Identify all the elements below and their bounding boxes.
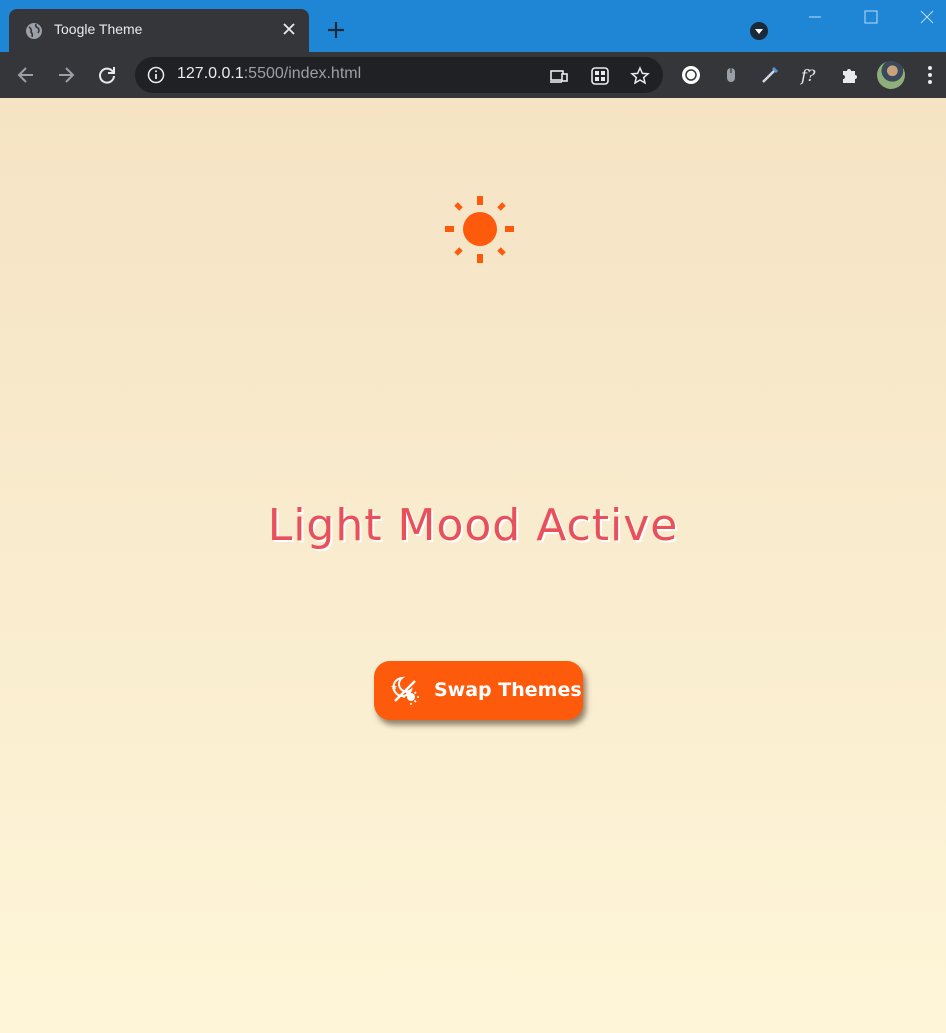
- forward-arrow-icon[interactable]: [55, 64, 77, 86]
- url-path: :5500/index.html: [243, 65, 362, 82]
- minimize-icon[interactable]: [808, 10, 822, 24]
- address-bar[interactable]: 127.0.0.1:5500/index.html: [135, 57, 663, 93]
- profile-avatar[interactable]: [877, 61, 905, 89]
- new-tab-plus-icon[interactable]: [325, 19, 347, 41]
- maximize-icon[interactable]: [864, 10, 878, 24]
- page-title: Light Mood Active: [267, 500, 679, 551]
- cast-icon[interactable]: [549, 66, 569, 86]
- url-text: 127.0.0.1:5500/index.html: [177, 65, 361, 83]
- svg-text:f?: f?: [800, 66, 816, 85]
- tab-title: Toogle Theme: [54, 21, 143, 37]
- window-close-icon[interactable]: [920, 10, 934, 24]
- site-info-icon[interactable]: [147, 66, 165, 84]
- extension-font-icon[interactable]: f?: [799, 64, 821, 86]
- puzzle-icon[interactable]: [839, 64, 861, 86]
- close-icon[interactable]: [281, 21, 297, 37]
- back-arrow-icon[interactable]: [15, 64, 37, 86]
- browser-tab[interactable]: Toogle Theme: [9, 9, 309, 52]
- qr-code-icon[interactable]: [590, 66, 610, 86]
- swap-themes-label: Swap Themes: [434, 679, 582, 701]
- globe-icon: [26, 23, 42, 39]
- bookmark-star-icon[interactable]: [630, 66, 650, 86]
- browser-toolbar: 127.0.0.1:5500/index.html f?: [0, 52, 946, 98]
- swap-themes-button[interactable]: Swap Themes: [374, 661, 583, 720]
- sun-icon: [445, 196, 514, 263]
- sun-moon-toggle-icon: [391, 676, 419, 705]
- extension-mouse-icon[interactable]: [720, 64, 742, 86]
- page-content: Light Mood Active Swap Themes: [0, 98, 946, 1033]
- extension-eyedropper-icon[interactable]: [759, 64, 781, 86]
- reload-icon[interactable]: [96, 64, 118, 86]
- tab-search-icon[interactable]: [750, 22, 768, 40]
- url-host: 127.0.0.1: [177, 65, 244, 82]
- extension-translate-icon[interactable]: [680, 64, 702, 86]
- kebab-menu-icon[interactable]: [925, 64, 935, 86]
- browser-titlebar: Toogle Theme: [0, 0, 946, 52]
